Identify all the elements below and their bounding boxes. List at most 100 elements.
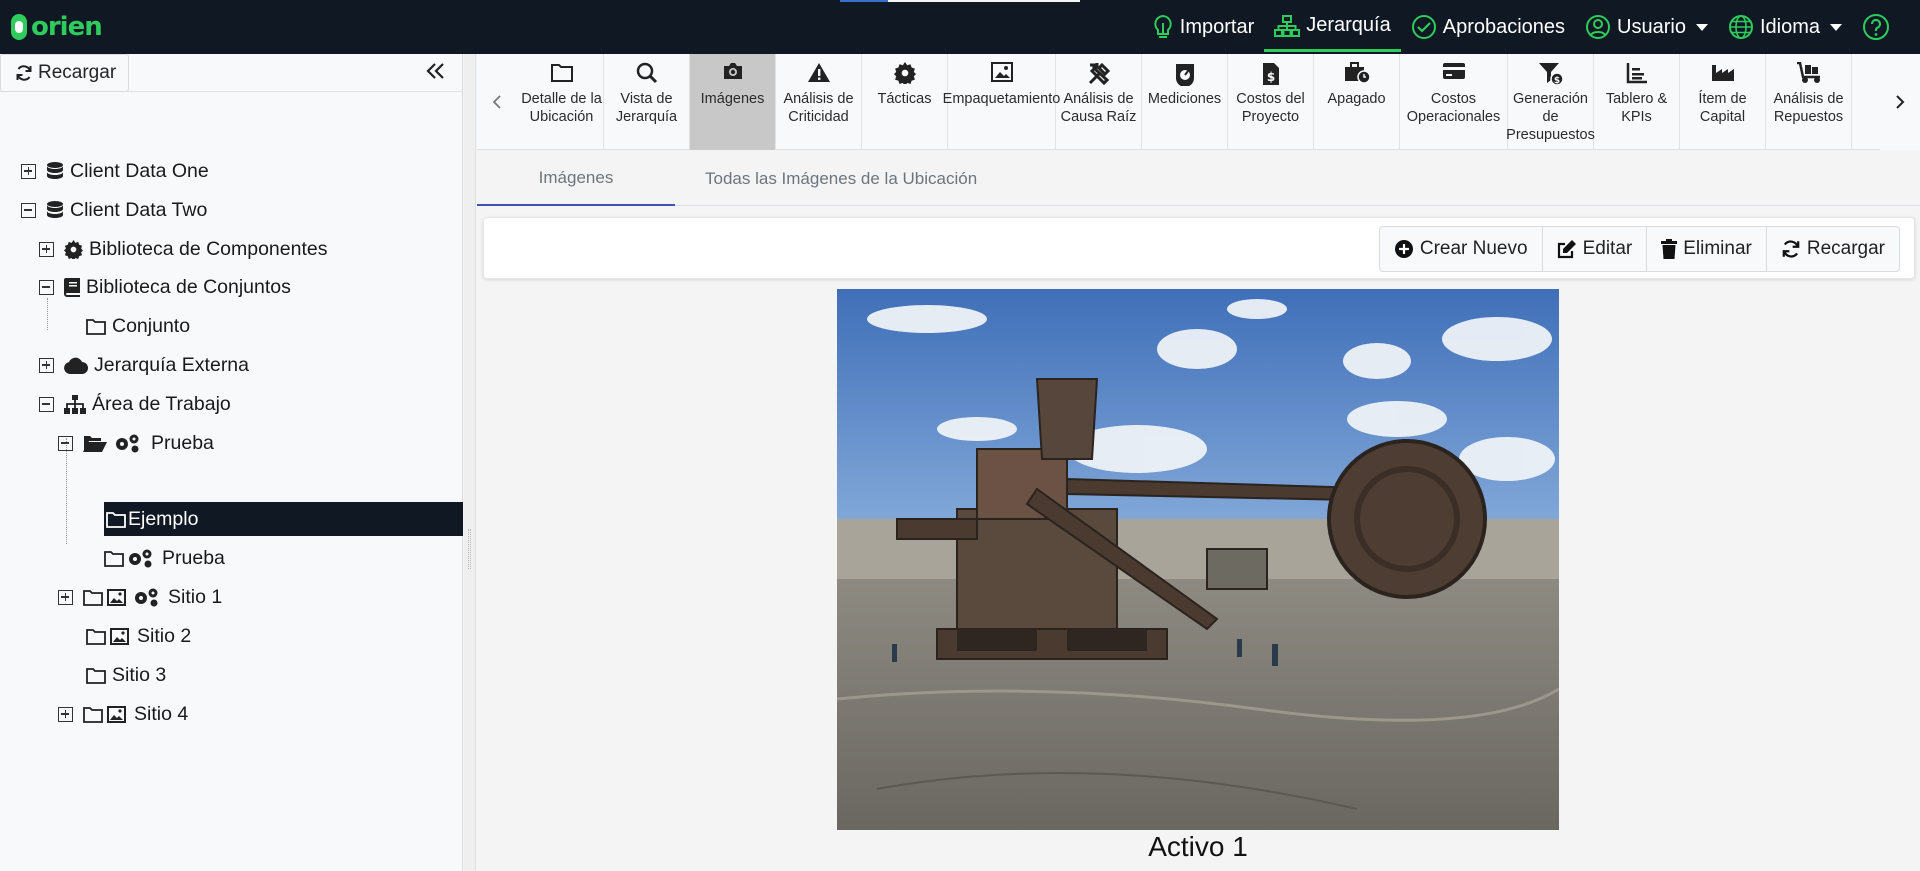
gears-icon [126,548,154,568]
tree-node-prueba[interactable]: Prueba [58,427,214,459]
tool-mediciones[interactable]: Mediciones [1142,54,1228,150]
tree-node-sitio-3[interactable]: Sitio 3 [86,659,166,691]
expand-toggle[interactable] [21,163,36,179]
button-label: Recargar [1806,238,1885,259]
help-button[interactable] [1852,2,1906,52]
brand-logo[interactable]: orien [10,12,103,42]
tree-node-conjunto[interactable]: Conjunto [86,310,190,342]
image-caption: Activo 1 [1148,831,1248,862]
collapse-toggle[interactable] [39,396,54,412]
tool-imágenes[interactable]: Imágenes [690,54,776,150]
tree-node-label: Ejemplo [128,507,199,530]
cloud-icon [64,357,88,374]
toolbar-scroll-right-button[interactable] [1880,54,1920,150]
toolbar-scroll-left-button[interactable] [477,54,517,150]
tool-análisis-de-repuestos[interactable]: Análisis de Repuestos [1766,54,1852,150]
nav-importar-label: Importar [1179,15,1255,38]
expand-toggle[interactable] [39,357,54,373]
tool-tablero-kpis[interactable]: Tablero & KPIs [1594,54,1680,150]
tree-node-area-de-trabajo[interactable]: Área de Trabajo [39,388,231,420]
nav-idioma-label: Idioma [1759,15,1820,38]
tree-node-prueba-child[interactable]: Prueba [104,542,225,574]
nav-usuario-dropdown[interactable]: Usuario [1575,2,1718,52]
sidebar-toolbar: Recargar [0,53,462,92]
dolly-icon [1796,62,1822,90]
warning-icon [807,62,831,90]
module-tools: Detalle de la Ubicación Vista de Jerarquí… [520,54,1852,150]
tree-node-client-data-two[interactable]: Client Data Two [21,194,207,226]
collapse-toggle[interactable] [39,279,54,295]
collapse-toggle[interactable] [21,202,36,218]
tab-todas-imagenes[interactable]: Todas las Imágenes de la Ubicación [675,151,1007,206]
collapse-toggle[interactable] [58,435,73,451]
sidebar-reload-button[interactable]: Recargar [0,53,130,92]
tree-node-sitio-1[interactable]: Sitio 1 [58,581,222,613]
tool-ítem-de-capital[interactable]: Ítem de Capital [1680,54,1766,150]
tree-node-label: Sitio 3 [112,663,167,686]
tool-empaquetamiento[interactable]: Empaquetamiento [943,54,1060,150]
tree-node-biblioteca-componentes[interactable]: Biblioteca de Componentes [39,233,328,265]
question-circle-icon [1863,14,1889,40]
tree-node-sitio-4[interactable]: Sitio 4 [58,698,188,730]
button-label: Editar [1582,238,1633,259]
tool-tácticas[interactable]: Tácticas [862,54,948,150]
tool-label: Ítem de Capital [1698,91,1747,125]
sidebar-resize-handle[interactable] [464,54,476,871]
edit-button[interactable]: Editar [1541,226,1648,272]
chevron-left-icon [492,95,501,109]
tool-costos-del-proyecto[interactable]: $ Costos del Proyecto [1228,54,1314,150]
image-icon [107,588,126,606]
tree-node-label: Sitio 4 [134,702,189,725]
tree-node-biblioteca-conjuntos[interactable]: Biblioteca de Conjuntos [39,271,291,303]
tool-generación-de-presupuestos[interactable]: $ Generación de Presupuestos [1506,54,1595,150]
expand-toggle[interactable] [39,241,54,257]
tree-node-ejemplo[interactable]: Ejemplo [104,502,463,536]
tool-costos-operacionales[interactable]: Costos Operacionales [1400,54,1508,150]
caret-down-icon [1695,23,1708,31]
expand-toggle[interactable] [58,589,73,605]
chart-icon [1626,62,1648,90]
reload-button[interactable]: Recargar [1765,226,1900,272]
create-new-button[interactable]: Crear Nuevo [1378,226,1543,272]
double-chevron-left-icon [426,62,444,79]
nav-aprobaciones[interactable]: Aprobaciones [1401,2,1575,52]
tool-vista-de-jerarquía[interactable]: Vista de Jerarquía [604,54,690,150]
sidebar-collapse-button[interactable] [426,59,446,87]
nav-idioma-dropdown[interactable]: Idioma [1718,2,1852,52]
tree-node-label: Sitio 2 [137,624,192,647]
tool-label: Costos del Proyecto [1236,91,1305,125]
globe-icon [1728,15,1753,39]
tool-análisis-de-causa-raíz[interactable]: Análisis de Causa Raíz [1056,54,1142,150]
tool-análisis-de-criticidad[interactable]: Análisis de Criticidad [776,54,862,150]
tab-label: Todas las Imágenes de la Ubicación [705,168,978,188]
folder-icon [86,628,106,645]
tree-node-label: Jerarquía Externa [94,353,250,376]
nav-jerarquia[interactable]: Jerarquía [1264,2,1401,52]
gears-icon [113,433,141,453]
book-icon [64,277,80,297]
delete-button[interactable]: Eliminar [1646,226,1767,272]
tool-apagado[interactable]: Apagado [1314,54,1400,150]
sidebar-reload-label: Recargar [38,61,117,83]
chevron-right-icon [1896,95,1905,109]
tool-label: Análisis de Criticidad [783,91,854,125]
tree-node-label: Biblioteca de Conjuntos [86,275,291,298]
tree-node-client-data-one[interactable]: Client Data One [21,155,209,187]
camera-icon [722,62,744,90]
tool-detalle-de-la-ubicación[interactable]: Detalle de la Ubicación [520,54,604,150]
tree-node-label: Prueba [151,431,214,454]
tree-node-sitio-2[interactable]: Sitio 2 [86,620,191,652]
expand-toggle[interactable] [58,706,73,722]
tab-imagenes[interactable]: Imágenes [477,151,675,206]
image-action-bar: Crear Nuevo Editar Eliminar Recargar [483,217,1915,279]
factory-icon [1711,62,1735,90]
nav-jerarquia-label: Jerarquía [1306,14,1391,36]
filter-dollar-icon: $ [1538,62,1564,90]
button-label: Eliminar [1683,238,1752,259]
folder-icon [104,550,124,567]
folder-icon [86,667,106,684]
nav-importar[interactable]: Importar [1142,2,1264,52]
asset-image[interactable] [837,289,1559,830]
tree-node-jerarquia-externa[interactable]: Jerarquía Externa [39,349,249,381]
database-icon [46,161,64,181]
